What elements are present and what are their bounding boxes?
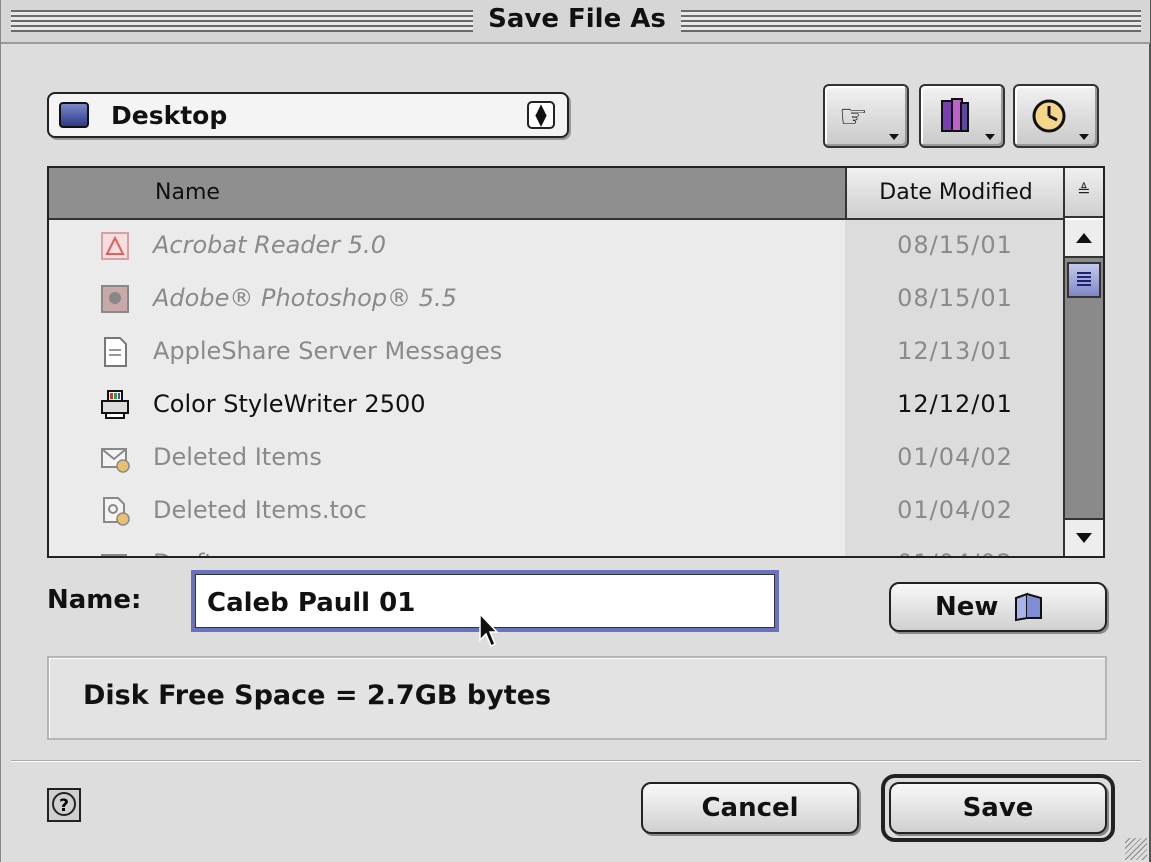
file-name: Drafts [153,549,226,556]
toc-document-icon [103,497,130,526]
arrow-down-icon [1076,533,1092,543]
folder-icon [1015,592,1042,622]
disk-free-space: Disk Free Space = 2.7GB bytes [83,680,552,711]
list-header: Name Date Modified [49,168,1065,220]
file-date: 12/12/01 [897,390,1013,418]
printer-icon [101,390,129,419]
scroll-up-button[interactable] [1065,220,1103,258]
list-item[interactable]: Drafts 01/04/02 [49,538,1065,556]
file-date: 01/04/02 [897,443,1013,471]
cancel-button[interactable]: Cancel [641,782,859,834]
file-name: Adobe® Photoshop® 5.5 [153,284,457,312]
help-button[interactable]: ? [47,788,81,822]
location-label: Desktop [111,101,228,130]
vertical-scrollbar[interactable] [1063,220,1103,556]
save-button[interactable]: Save [889,782,1107,834]
help-icon: ? [52,792,76,816]
list-item[interactable]: Adobe® Photoshop® 5.5 08/15/01 [49,273,1065,327]
new-folder-label: New [935,592,999,622]
location-popup[interactable]: Desktop ▲ ▼ [47,92,569,138]
popup-arrows-icon: ▲ ▼ [527,101,555,129]
mouse-cursor-icon [479,612,498,648]
clock-icon [1032,99,1066,133]
name-label: Name: [47,585,142,615]
shortcuts-button[interactable]: ☞ [823,84,909,148]
resize-grip-icon[interactable] [1125,838,1147,860]
window-title: Save File As [488,4,666,34]
favorites-book-icon [941,98,969,132]
column-header-name[interactable]: Name [49,168,845,218]
document-icon [104,337,127,367]
file-name: AppleShare Server Messages [153,337,503,365]
disk-info-panel: Disk Free Space = 2.7GB bytes [47,656,1107,740]
mail-folder-icon [101,448,130,473]
title-bar-stripes-right [681,10,1141,32]
sort-order-button[interactable]: ≜ [1063,168,1103,218]
new-folder-button[interactable]: New [889,582,1107,632]
title-bar[interactable]: Save File As [1,0,1150,44]
grip-icon [1077,272,1091,286]
chevron-down-icon [985,134,995,140]
mail-folder-icon [101,554,127,556]
disk-icon [59,102,89,128]
acrobat-icon [101,232,129,260]
save-file-dialog: Save File As Desktop ▲ ▼ ☞ Name Date Modi… [0,0,1151,862]
file-list[interactable]: Name Date Modified ≜ Acrobat Reader 5.0 … [47,166,1105,558]
column-header-date-modified[interactable]: Date Modified [845,168,1065,218]
list-item[interactable]: Acrobat Reader 5.0 08/15/01 [49,220,1065,274]
favorites-button[interactable] [919,84,1005,148]
file-name: Acrobat Reader 5.0 [153,231,386,259]
file-date: 01/04/02 [897,496,1013,524]
list-item[interactable]: AppleShare Server Messages 12/13/01 [49,326,1065,380]
chevron-down-icon [889,134,899,140]
scroll-thumb[interactable] [1067,262,1101,298]
file-date: 08/15/01 [897,231,1013,259]
scroll-down-button[interactable] [1065,518,1103,556]
title-bar-stripes-left [11,10,473,32]
chevron-down-icon [1079,134,1089,140]
divider [11,760,1141,762]
file-date: 08/15/01 [897,284,1013,312]
list-item[interactable]: Color StyleWriter 2500 12/12/01 [49,379,1065,433]
pointing-hand-icon: ☞ [839,97,868,135]
recent-button[interactable] [1013,84,1099,148]
file-date: 12/13/01 [897,337,1013,365]
list-item[interactable]: Deleted Items 01/04/02 [49,432,1065,486]
file-name: Deleted Items [153,443,322,471]
file-rows: Acrobat Reader 5.0 08/15/01 Adobe® Photo… [49,220,1065,556]
list-item[interactable]: Deleted Items.toc 01/04/02 [49,485,1065,539]
file-date: 01/04/02 [845,549,1065,556]
photoshop-icon [101,285,129,313]
arrow-up-icon [1076,233,1092,243]
file-name: Color StyleWriter 2500 [153,390,426,418]
file-name: Deleted Items.toc [153,496,367,524]
